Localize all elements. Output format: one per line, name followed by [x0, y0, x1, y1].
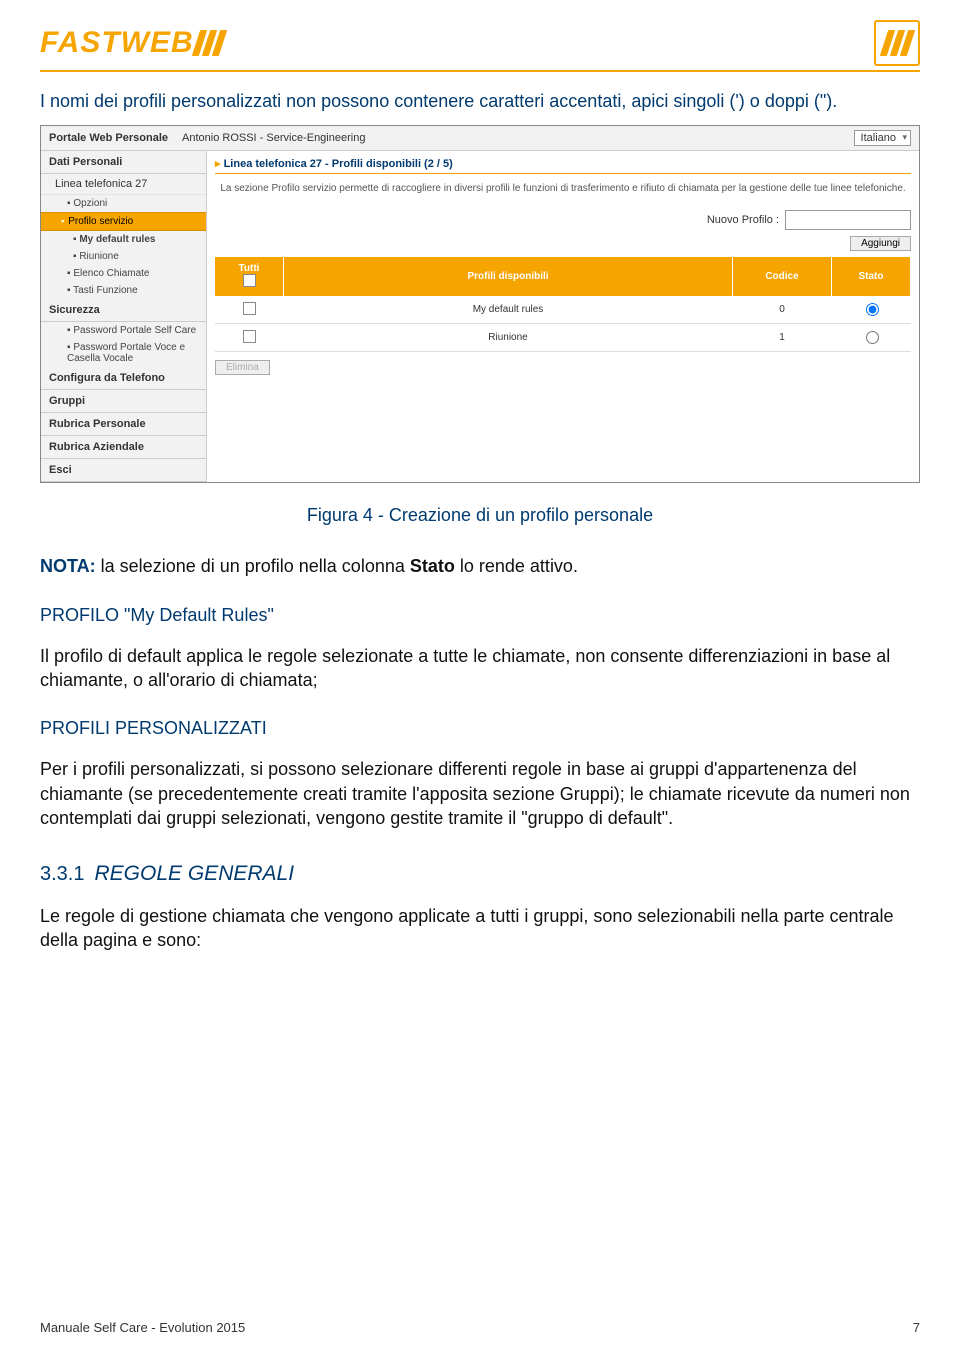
subsection-heading: 3.3.1 REGOLE GENERALI: [40, 862, 920, 886]
portal-breadcrumb: Linea telefonica 27 - Profili disponibil…: [215, 157, 911, 174]
subsection-number: 3.3.1: [40, 863, 84, 886]
figure-caption: Figura 4 - Creazione di un profilo perso…: [40, 505, 920, 526]
new-profile-input[interactable]: [785, 210, 911, 230]
col-codice: Codice: [733, 257, 832, 296]
sidebar-item-configura-telefono[interactable]: Configura da Telefono: [41, 367, 206, 390]
sidebar-item-riunione[interactable]: ▪ Riunione: [41, 248, 206, 265]
portal-title: Portale Web Personale: [49, 132, 168, 144]
portal-user: Antonio ROSSI - Service-Engineering: [182, 132, 365, 144]
col-stato: Stato: [832, 257, 911, 296]
sidebar-item-pwd-selfcare[interactable]: ▪ Password Portale Self Care: [41, 322, 206, 339]
col-tutti: Tutti: [215, 257, 284, 296]
section-pers-body: Per i profili personalizzati, si possono…: [40, 757, 920, 830]
row-code: 0: [733, 296, 832, 324]
portal-main: Linea telefonica 27 - Profili disponibil…: [207, 151, 919, 482]
sidebar-item-elenco-chiamate[interactable]: ▪ Elenco Chiamate: [41, 265, 206, 282]
row-checkbox[interactable]: [243, 302, 256, 315]
row-state-radio[interactable]: [866, 331, 879, 344]
portal-top-bar: Portale Web Personale Antonio ROSSI - Se…: [41, 126, 919, 151]
sidebar-item-opzioni[interactable]: ▪ Opzioni: [41, 195, 206, 212]
row-checkbox[interactable]: [243, 330, 256, 343]
add-button[interactable]: Aggiungi: [850, 236, 911, 251]
table-row: My default rules 0: [215, 296, 911, 324]
row-state-radio[interactable]: [866, 303, 879, 316]
sidebar-item-my-default-rules[interactable]: ▪ My default rules: [41, 231, 206, 248]
row-name[interactable]: My default rules: [284, 296, 733, 324]
section-pers-head: PROFILI PERSONALIZZATI: [40, 718, 920, 739]
sidebar-item-profilo-servizio[interactable]: Profilo servizio: [41, 212, 206, 231]
fastweb-logo: FASTWEB: [40, 26, 223, 60]
portal-sidebar: Dati Personali Linea telefonica 27 ▪ Opz…: [41, 151, 207, 482]
logo-stripes-icon: [196, 30, 223, 56]
table-row: Riunione 1: [215, 324, 911, 352]
sidebar-item-esci[interactable]: Esci: [41, 459, 206, 482]
nota-label: NOTA:: [40, 556, 96, 576]
language-select[interactable]: Italiano: [854, 130, 911, 146]
section-default-head: PROFILO "My Default Rules": [40, 605, 920, 626]
nota-paragraph: NOTA: la selezione di un profilo nella c…: [40, 554, 920, 578]
sidebar-item-sicurezza[interactable]: Sicurezza: [41, 299, 206, 322]
profiles-table: Tutti Profili disponibili Codice Stato M…: [215, 257, 911, 352]
logo-text: FASTWEB: [40, 26, 194, 60]
delete-button[interactable]: Elimina: [215, 360, 270, 375]
page-number: 7: [913, 1320, 920, 1335]
sidebar-item-pwd-voce[interactable]: ▪ Password Portale Voce e Casella Vocale: [41, 339, 206, 367]
sidebar-item-tasti-funzione[interactable]: ▪ Tasti Funzione: [41, 282, 206, 299]
new-profile-label: Nuovo Profilo :: [707, 214, 779, 226]
footer-title: Manuale Self Care - Evolution 2015: [40, 1320, 245, 1335]
portal-description: La sezione Profilo servizio permette di …: [215, 182, 911, 196]
intro-paragraph: I nomi dei profili personalizzati non po…: [40, 90, 920, 113]
subsection-title: REGOLE GENERALI: [94, 862, 294, 886]
sidebar-item-rubrica-personale[interactable]: Rubrica Personale: [41, 413, 206, 436]
page-header: FASTWEB: [40, 20, 920, 72]
sidebar-item-rubrica-aziendale[interactable]: Rubrica Aziendale: [41, 436, 206, 459]
subsection-body: Le regole di gestione chiamata che vengo…: [40, 904, 920, 953]
embedded-screenshot: Portale Web Personale Antonio ROSSI - Se…: [40, 125, 920, 483]
page-footer: Manuale Self Care - Evolution 2015 7: [40, 1320, 920, 1335]
select-all-checkbox[interactable]: [243, 274, 256, 287]
sidebar-item-linea-telefonica[interactable]: Linea telefonica 27: [41, 174, 206, 195]
section-default-body: Il profilo di default applica le regole …: [40, 644, 920, 693]
logo-badge-icon: [874, 20, 920, 66]
col-profili: Profili disponibili: [284, 257, 733, 296]
row-code: 1: [733, 324, 832, 352]
sidebar-item-gruppi[interactable]: Gruppi: [41, 390, 206, 413]
sidebar-item-dati-personali[interactable]: Dati Personali: [41, 151, 206, 174]
row-name[interactable]: Riunione: [284, 324, 733, 352]
